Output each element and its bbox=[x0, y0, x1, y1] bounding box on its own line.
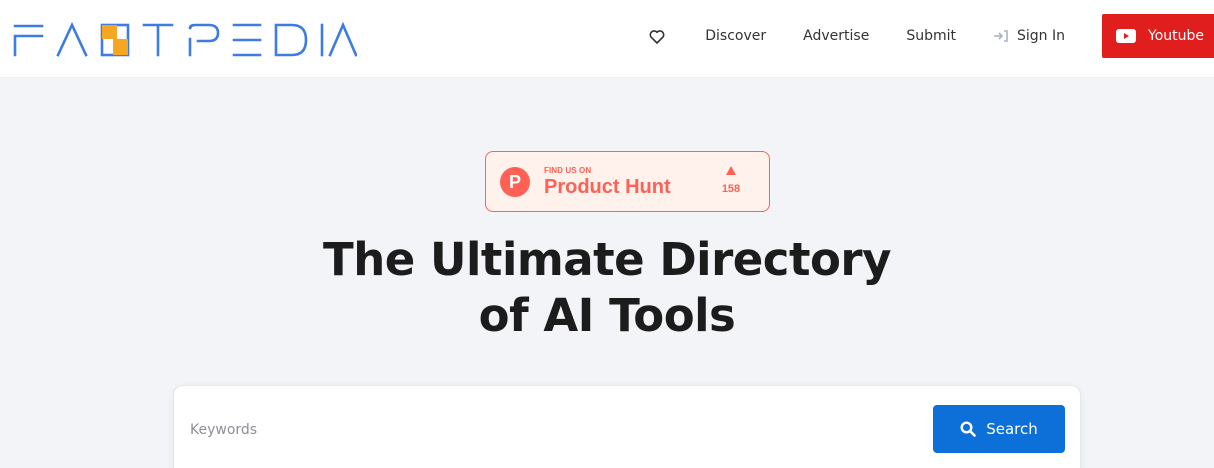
search-icon bbox=[960, 421, 977, 437]
product-hunt-logo-icon: P bbox=[500, 167, 530, 197]
sign-in-label: Sign In bbox=[1017, 28, 1065, 44]
upvote-arrow-icon bbox=[726, 166, 736, 175]
hero-headline-line1: The Ultimate Directory bbox=[323, 233, 891, 286]
product-hunt-tagline: FIND US ON bbox=[544, 166, 592, 175]
sign-in-icon bbox=[993, 30, 1009, 42]
youtube-button[interactable]: Youtube bbox=[1102, 14, 1214, 58]
site-header: Discover Advertise Submit Sign In Youtub… bbox=[0, 0, 1214, 78]
youtube-icon bbox=[1116, 29, 1136, 43]
logo-wordmark bbox=[13, 21, 357, 57]
youtube-label: Youtube bbox=[1148, 28, 1204, 44]
nav-submit-link[interactable]: Submit bbox=[906, 28, 956, 44]
upvote-count: 158 bbox=[721, 183, 741, 195]
top-nav: Discover Advertise Submit Sign In Youtub… bbox=[649, 14, 1214, 58]
product-hunt-name: Product Hunt bbox=[544, 176, 671, 198]
fastpedia-logo[interactable] bbox=[12, 14, 357, 58]
nav-sign-in-link[interactable]: Sign In bbox=[993, 28, 1065, 44]
nav-discover-link[interactable]: Discover bbox=[705, 28, 766, 44]
product-hunt-badge[interactable]: P FIND US ON Product Hunt 158 bbox=[485, 151, 770, 212]
search-panel: Search bbox=[173, 385, 1081, 468]
keywords-search-input[interactable] bbox=[190, 412, 910, 448]
search-button[interactable]: Search bbox=[933, 405, 1065, 453]
heart-icon[interactable] bbox=[649, 29, 665, 44]
nav-advertise-link[interactable]: Advertise bbox=[803, 28, 869, 44]
hero-headline-line2: of AI Tools bbox=[478, 289, 736, 342]
hero-headline: The Ultimate Directory of AI Tools bbox=[0, 232, 1214, 344]
search-button-label: Search bbox=[986, 420, 1038, 438]
